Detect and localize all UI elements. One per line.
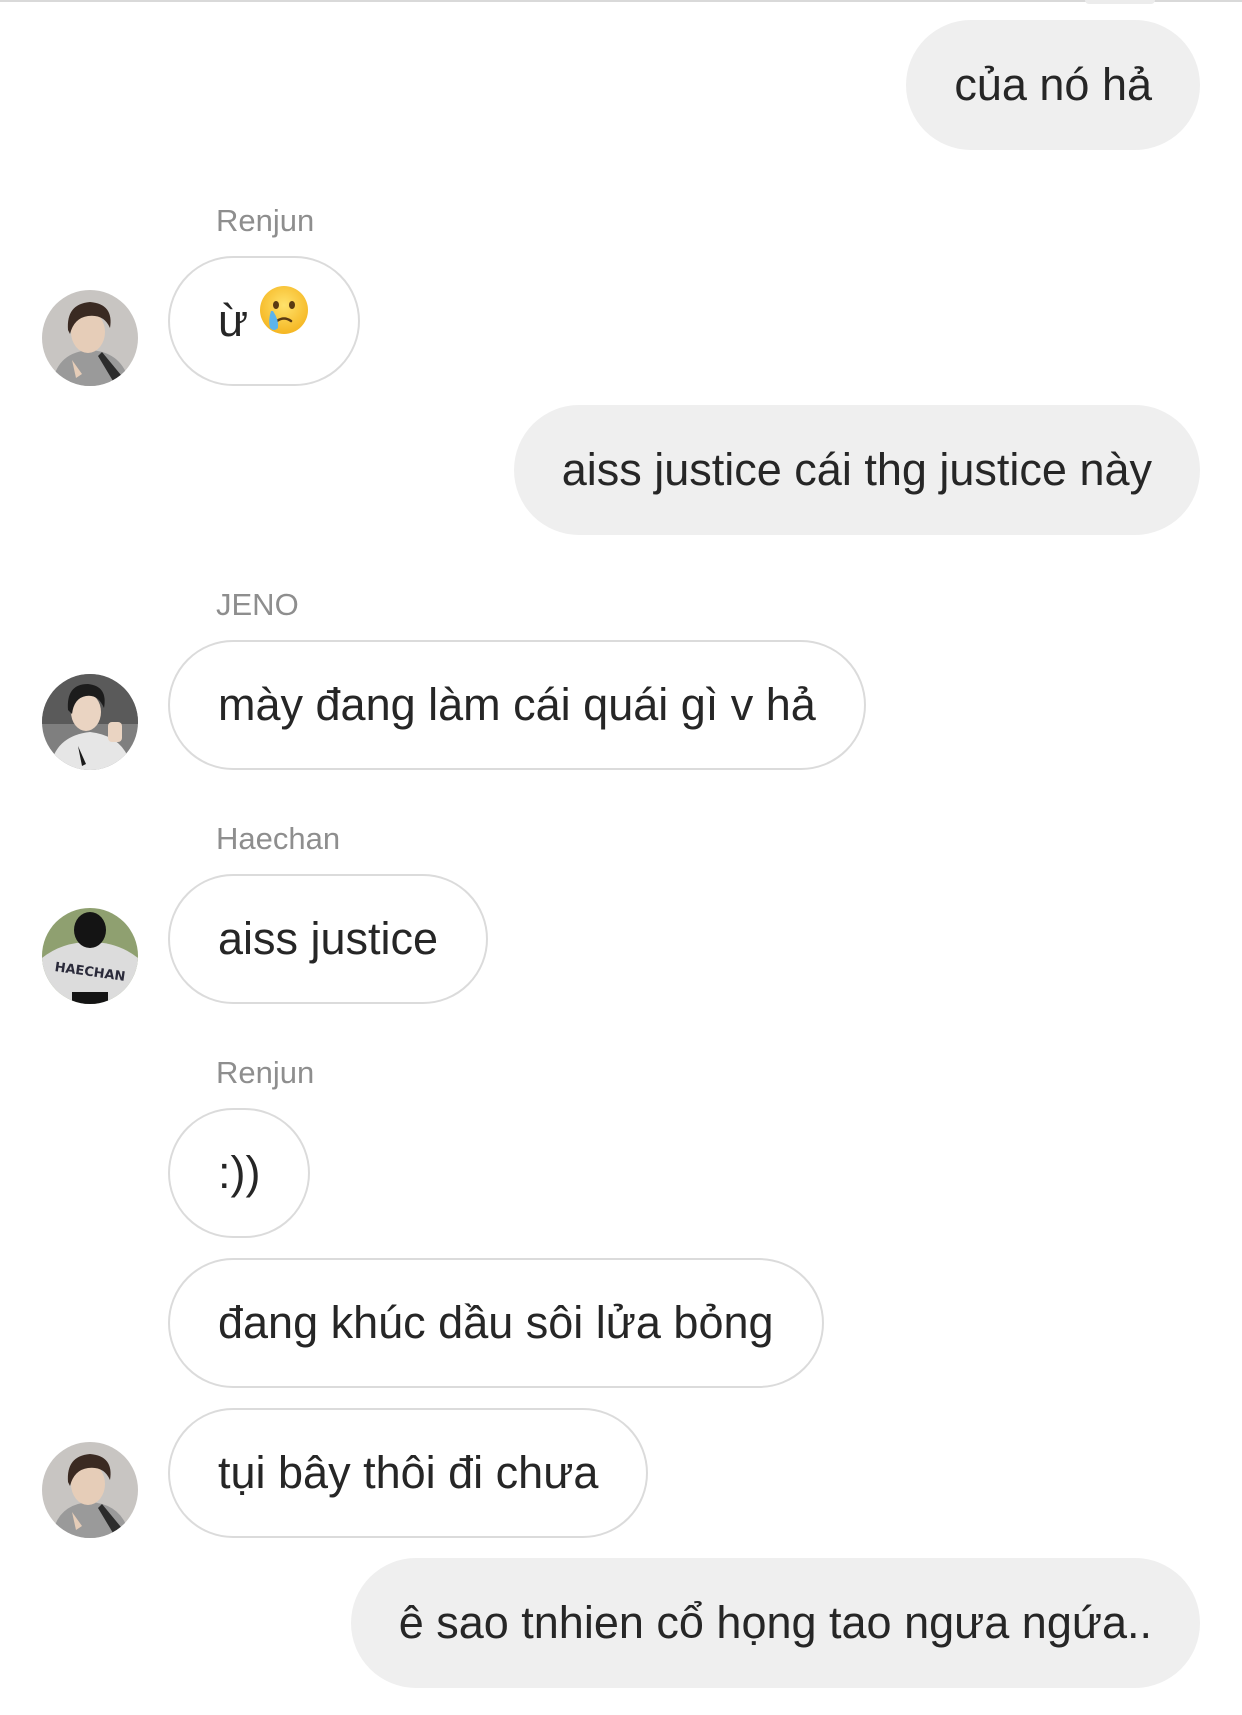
message-text: aiss justice: [218, 913, 439, 964]
outgoing-message-bubble[interactable]: ê sao tnhien cổ họng tao ngưa ngứa..: [350, 1558, 1200, 1688]
message-text: mày đang làm cái quái gì v hả: [218, 679, 816, 730]
crying-face-emoji-icon: [258, 258, 310, 384]
renjun-avatar[interactable]: [42, 290, 138, 386]
incoming-message-bubble[interactable]: đang khúc dầu sôi lửa bỏng: [168, 1258, 824, 1388]
incoming-message-bubble[interactable]: tụi bây thôi đi chưa: [168, 1408, 649, 1538]
message-text: tụi bây thôi đi chưa: [218, 1447, 599, 1498]
outgoing-message-bubble[interactable]: của nó hả: [906, 20, 1200, 150]
top-scroll-indicator: [1085, 0, 1155, 4]
message-text: :)): [218, 1147, 261, 1198]
outgoing-message-bubble[interactable]: aiss justice cái thg justice này: [513, 405, 1200, 535]
message-text: đang khúc dầu sôi lửa bỏng: [218, 1297, 774, 1348]
sender-name: Renjun: [216, 1055, 315, 1090]
incoming-message-bubble[interactable]: aiss justice: [168, 874, 489, 1004]
message-text: aiss justice cái thg justice này: [561, 444, 1152, 495]
incoming-message-bubble[interactable]: ừ: [168, 256, 361, 386]
incoming-message-bubble[interactable]: mày đang làm cái quái gì v hả: [168, 640, 866, 770]
sender-name: JENO: [216, 587, 299, 622]
haechan-avatar[interactable]: HAECHAN: [42, 908, 138, 1004]
renjun-avatar[interactable]: [42, 1442, 138, 1538]
incoming-message-bubble[interactable]: :)): [168, 1108, 311, 1238]
message-text: ừ: [218, 295, 249, 346]
message-text: ê sao tnhien cổ họng tao ngưa ngứa..: [398, 1597, 1152, 1648]
jeno-avatar[interactable]: [42, 674, 138, 770]
sender-name: Renjun: [216, 203, 315, 238]
message-text: của nó hả: [954, 59, 1152, 110]
top-divider: [0, 0, 1242, 2]
sender-name: Haechan: [216, 821, 341, 856]
